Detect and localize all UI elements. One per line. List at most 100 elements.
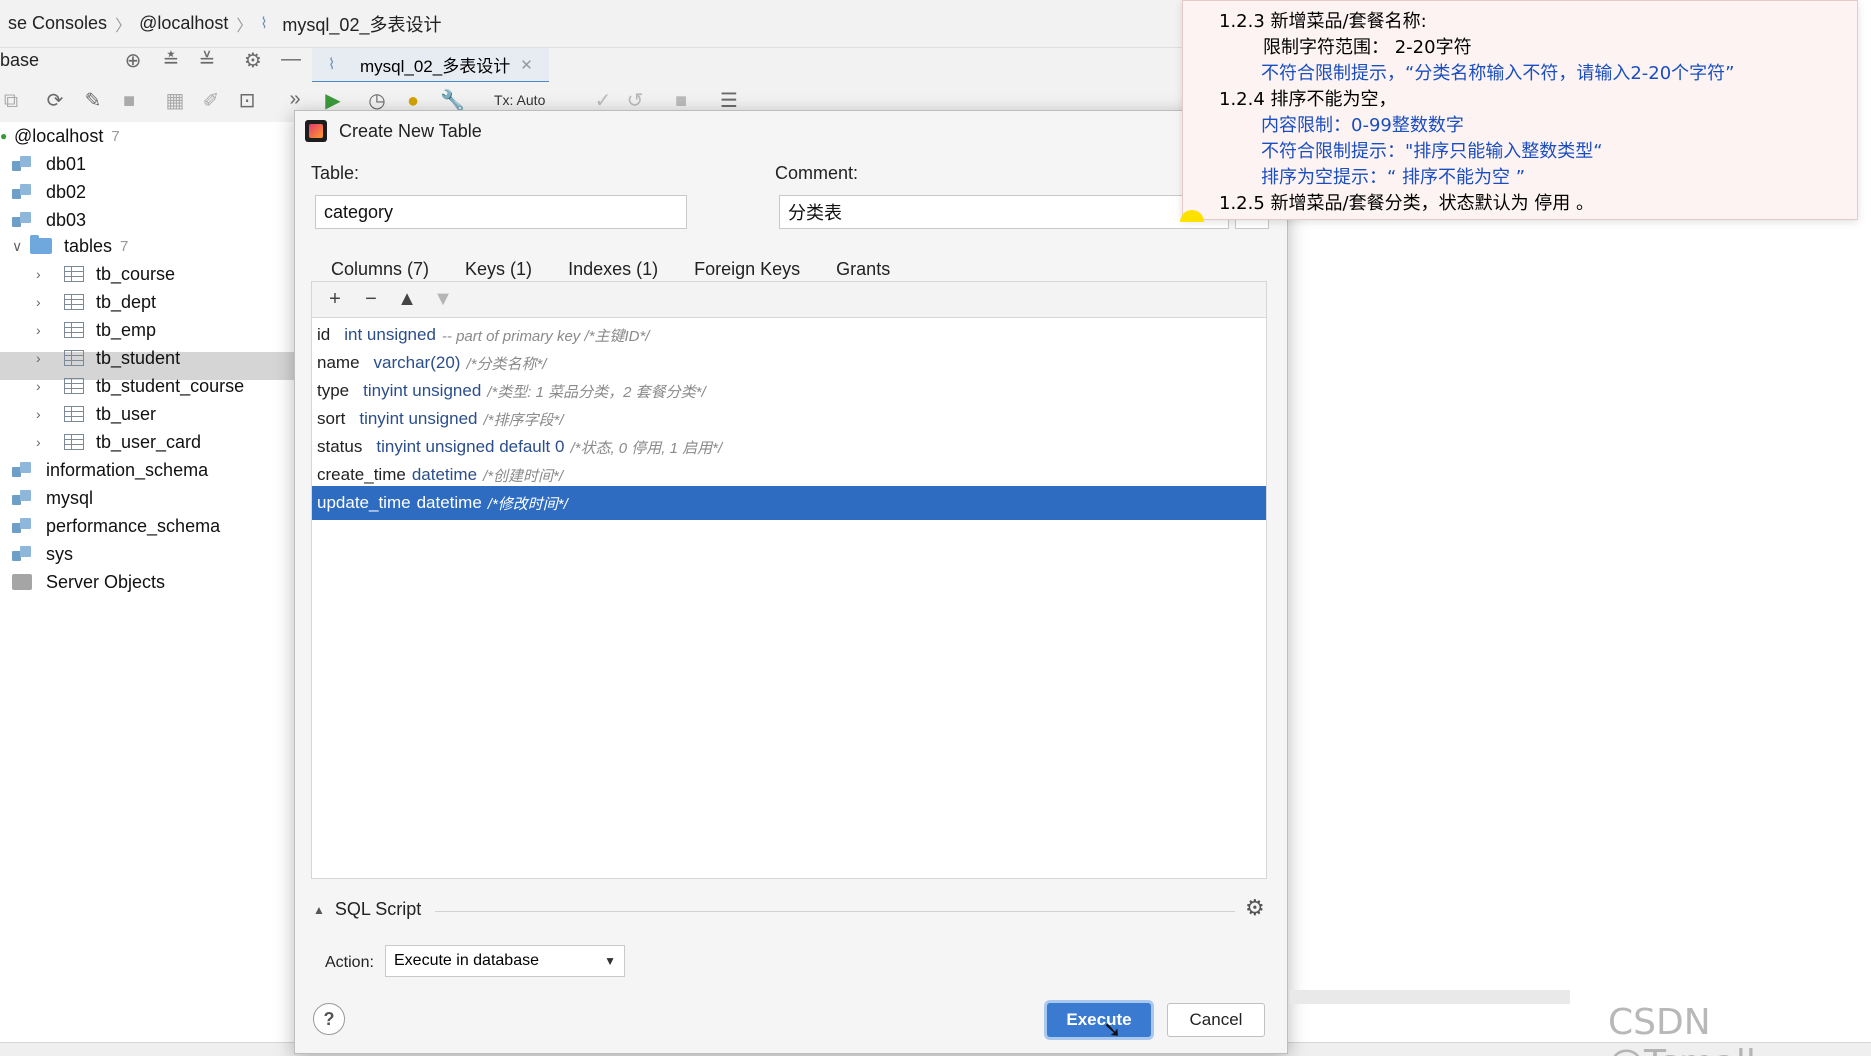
comment-label: Comment: bbox=[775, 163, 859, 183]
edit-schema-icon[interactable]: ✎ bbox=[82, 90, 104, 112]
note-line: 排序为空提示：“ 排序不能为空 ” bbox=[1261, 167, 1526, 188]
close-icon[interactable]: ✕ bbox=[520, 56, 533, 74]
hide-icon[interactable]: — bbox=[280, 48, 302, 70]
dialog-titlebar[interactable]: Create New Table bbox=[295, 111, 1287, 151]
dialog-title: Create New Table bbox=[339, 120, 482, 141]
table-name-input[interactable]: category bbox=[315, 195, 687, 229]
more-icon[interactable]: » bbox=[284, 88, 306, 110]
tree-item-tb-course[interactable]: › tb_course bbox=[36, 260, 175, 288]
copy-icon[interactable]: ⧉ bbox=[0, 90, 22, 112]
run-icon[interactable]: ▶ bbox=[322, 90, 344, 112]
edit-icon[interactable]: ✐ bbox=[200, 90, 222, 112]
folder-icon bbox=[30, 235, 52, 254]
database-icon bbox=[12, 155, 32, 173]
move-up-icon[interactable]: ▲ bbox=[392, 288, 422, 311]
tree-item-tb-student-course[interactable]: › tb_student_course bbox=[36, 372, 244, 400]
chevron-right-icon[interactable]: › bbox=[36, 350, 54, 366]
columns-toolbar: + − ▲ ▼ bbox=[311, 281, 1267, 317]
table-icon bbox=[64, 434, 84, 450]
breadcrumb-consoles[interactable]: se Consoles bbox=[0, 13, 115, 34]
stop-query-icon[interactable]: ■ bbox=[670, 90, 692, 112]
server-objects-icon bbox=[12, 574, 32, 590]
query-console-icon[interactable]: ⊡ bbox=[236, 90, 258, 112]
stop-icon[interactable]: ■ bbox=[118, 90, 140, 112]
chevron-down-icon: ▼ bbox=[604, 954, 616, 968]
note-line: 1.2.4 排序不能为空， bbox=[1219, 89, 1397, 110]
rollback-icon[interactable]: ↺ bbox=[624, 90, 646, 112]
history-icon[interactable]: ◷ bbox=[366, 90, 388, 112]
execute-button[interactable]: Execute bbox=[1047, 1003, 1151, 1037]
requirements-notes: 1.2.3 新增菜品/套餐名称: 限制字符范围： 2-20字符 不符合限制提示，… bbox=[1182, 0, 1858, 220]
collapse-icon: ▲ bbox=[313, 902, 325, 917]
tree-item-performance-schema[interactable]: performance_schema bbox=[12, 512, 220, 540]
table-icon bbox=[64, 378, 84, 394]
output-icon[interactable]: ☰ bbox=[718, 90, 740, 112]
tree-item-tb-student[interactable]: › tb_student bbox=[36, 344, 180, 372]
collapse-all-icon[interactable]: ≚ bbox=[196, 50, 218, 72]
table-icon bbox=[64, 350, 84, 366]
tree-item-db01[interactable]: db01 bbox=[12, 150, 86, 178]
create-table-dialog: Create New Table Table: category Comment… bbox=[294, 110, 1288, 1054]
move-down-icon[interactable]: ▼ bbox=[428, 288, 458, 311]
breadcrumb: se Consoles 〉 @localhost 〉 ⌇ mysql_02_多表设… bbox=[0, 0, 1200, 48]
tree-item-db02[interactable]: db02 bbox=[12, 178, 86, 206]
refresh-icon[interactable]: ⟳ bbox=[44, 90, 66, 112]
remove-icon[interactable]: − bbox=[356, 288, 386, 311]
breadcrumb-separator: 〉 bbox=[115, 17, 132, 35]
database-tree: ● @localhost 7 db01 db02 db03 ∨ tables 7 ›… bbox=[0, 122, 296, 1042]
note-line: 不符合限制提示，“分类名称输入不符，请输入2-20个字符” bbox=[1261, 63, 1735, 84]
connected-icon: ● bbox=[0, 129, 8, 143]
tree-item-localhost[interactable]: ● @localhost 7 bbox=[0, 122, 120, 150]
gear-icon[interactable]: ⚙ bbox=[242, 50, 264, 72]
chevron-right-icon[interactable]: › bbox=[36, 378, 54, 394]
chevron-right-icon[interactable]: › bbox=[36, 322, 54, 338]
table-name-label: Table: bbox=[311, 163, 360, 183]
tree-item-tb-user-card[interactable]: › tb_user_card bbox=[36, 428, 201, 456]
expand-all-icon[interactable]: ≛ bbox=[160, 50, 182, 72]
tree-item-server-objects[interactable]: Server Objects bbox=[12, 568, 165, 596]
breadcrumb-localhost[interactable]: @localhost bbox=[131, 13, 236, 34]
table-icon bbox=[64, 322, 84, 338]
tree-item-sys[interactable]: sys bbox=[12, 540, 73, 568]
commit-icon[interactable]: ✓ bbox=[592, 90, 614, 112]
tree-item-tb-emp[interactable]: › tb_emp bbox=[36, 316, 156, 344]
note-line: 不符合限制提示："排序只能输入整数类型“ bbox=[1261, 141, 1603, 162]
database-icon bbox=[12, 545, 32, 563]
editor-tab[interactable]: ⌇ mysql_02_多表设计 ✕ bbox=[312, 48, 549, 84]
sql-script-toggle[interactable]: ▲ SQL Script bbox=[313, 899, 421, 920]
note-line: 内容限制：0-99整数数字 bbox=[1261, 115, 1464, 136]
tree-item-tables[interactable]: ∨ tables 7 bbox=[12, 232, 128, 260]
tree-item-db03[interactable]: db03 bbox=[12, 206, 86, 234]
gear-icon[interactable]: ⚙ bbox=[1245, 895, 1265, 921]
note-line: 1.2.3 新增菜品/套餐名称: bbox=[1219, 11, 1427, 32]
database-icon bbox=[12, 461, 32, 479]
comment-input[interactable]: 分类表 bbox=[779, 195, 1229, 229]
tree-item-information-schema[interactable]: information_schema bbox=[12, 456, 208, 484]
help-button[interactable]: ? bbox=[313, 1003, 345, 1035]
watermark: CSDN @Tsmall_ bbox=[1608, 1002, 1774, 1056]
tree-item-tb-dept[interactable]: › tb_dept bbox=[36, 288, 156, 316]
cancel-button[interactable]: Cancel bbox=[1167, 1003, 1265, 1037]
tree-item-mysql[interactable]: mysql bbox=[12, 484, 93, 512]
chevron-right-icon[interactable]: › bbox=[36, 266, 54, 282]
chevron-down-icon[interactable]: ∨ bbox=[12, 238, 30, 255]
breadcrumb-console-file[interactable]: ⌇ mysql_02_多表设计 bbox=[252, 11, 449, 37]
horizontal-scrollbar[interactable] bbox=[1290, 990, 1570, 1004]
tree-item-tb-user[interactable]: › tb_user bbox=[36, 400, 156, 428]
chevron-right-icon[interactable]: › bbox=[36, 294, 54, 310]
tx-mode-select[interactable]: Tx: Auto bbox=[494, 92, 545, 108]
add-icon[interactable]: + bbox=[320, 288, 350, 311]
profile-icon[interactable]: ● bbox=[402, 90, 424, 112]
panel-title: base bbox=[0, 50, 40, 70]
wrench-icon[interactable]: 🔧 bbox=[440, 90, 465, 112]
locate-icon[interactable]: ⊕ bbox=[122, 50, 144, 72]
console-icon: ⌇ bbox=[260, 14, 268, 32]
column-row-selected[interactable]: update_time datetime /*修改时间*/ bbox=[312, 486, 1266, 520]
chevron-right-icon[interactable]: › bbox=[36, 406, 54, 422]
table-view-icon[interactable]: ▦ bbox=[164, 90, 186, 112]
chevron-right-icon[interactable]: › bbox=[36, 434, 54, 450]
section-divider bbox=[435, 911, 1235, 912]
database-icon bbox=[12, 517, 32, 535]
action-select[interactable]: Execute in database ▼ bbox=[385, 945, 625, 977]
action-label: Action: bbox=[325, 954, 374, 971]
